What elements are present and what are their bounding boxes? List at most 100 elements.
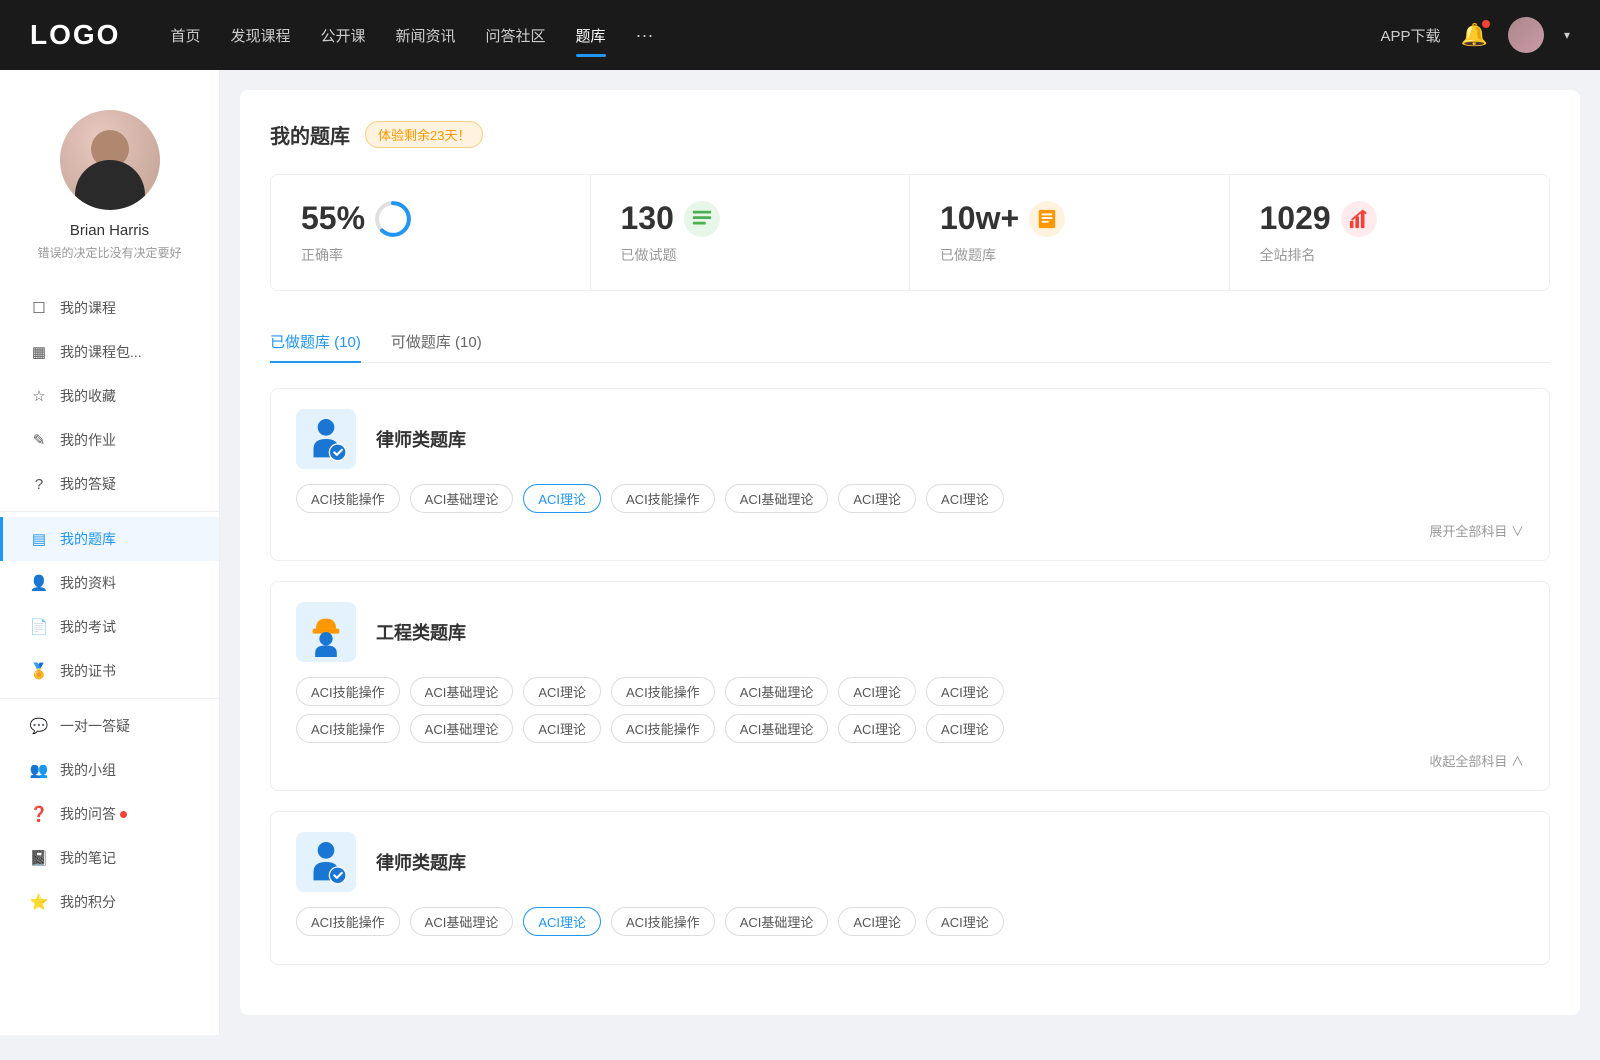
tab-done-banks[interactable]: 已做题库 (10): [270, 321, 361, 362]
tag-lawyer1-6[interactable]: ACI理论: [926, 484, 1004, 513]
tag-eng-r1-1[interactable]: ACI基础理论: [410, 677, 514, 706]
favorites-icon: ☆: [30, 387, 48, 405]
tag-eng-r2-2[interactable]: ACI理论: [523, 714, 601, 743]
tab-available-banks[interactable]: 可做题库 (10): [391, 321, 482, 362]
tag-lawyer1-2[interactable]: ACI理论: [523, 484, 601, 513]
tag-lawyer1-5[interactable]: ACI理论: [838, 484, 916, 513]
tag-lawyer2-2[interactable]: ACI理论: [523, 907, 601, 936]
tag-eng-r2-5[interactable]: ACI理论: [838, 714, 916, 743]
stat-label-banks: 已做题库: [940, 245, 996, 265]
tag-lawyer2-4[interactable]: ACI基础理论: [725, 907, 829, 936]
stat-accuracy: 55% 正确率: [271, 175, 591, 290]
trial-badge: 体验剩余23天！: [365, 121, 483, 148]
tag-eng-r1-5[interactable]: ACI理论: [838, 677, 916, 706]
nav-opencourse[interactable]: 公开课: [320, 20, 365, 51]
homework-icon: ✎: [30, 431, 48, 449]
one-on-one-icon: 💬: [30, 717, 48, 735]
ranking-chart-icon: [1348, 208, 1370, 230]
bank-title-lawyer1: 律师类题库: [376, 426, 466, 452]
menu-divider-2: [0, 698, 219, 699]
sidebar-label-question-bank: 我的题库: [60, 529, 116, 549]
tag-lawyer2-3[interactable]: ACI技能操作: [611, 907, 715, 936]
tag-lawyer2-5[interactable]: ACI理论: [838, 907, 916, 936]
tag-eng-r1-3[interactable]: ACI技能操作: [611, 677, 715, 706]
sidebar-item-my-qa[interactable]: ❓ 我的问答: [0, 792, 219, 836]
nav-more[interactable]: ···: [636, 25, 654, 46]
tag-eng-r1-2[interactable]: ACI理论: [523, 677, 601, 706]
sidebar-profile: Brian Harris 错误的决定比没有决定要好: [0, 90, 219, 276]
sidebar-item-one-on-one[interactable]: 💬 一对一答疑: [0, 704, 219, 748]
sidebar-label-certificates: 我的证书: [60, 661, 116, 681]
nav-home[interactable]: 首页: [170, 20, 200, 51]
nav-qa[interactable]: 问答社区: [486, 20, 546, 51]
tag-lawyer1-0[interactable]: ACI技能操作: [296, 484, 400, 513]
tag-lawyer1-4[interactable]: ACI基础理论: [725, 484, 829, 513]
book-icon: [1036, 208, 1058, 230]
tag-lawyer1-1[interactable]: ACI基础理论: [410, 484, 514, 513]
sidebar-item-certificates[interactable]: 🏅 我的证书: [0, 649, 219, 693]
bank-card-engineer: 工程类题库 ACI技能操作 ACI基础理论 ACI理论 ACI技能操作 ACI基…: [270, 581, 1550, 791]
stat-label-questions: 已做试题: [621, 245, 677, 265]
expand-lawyer1[interactable]: 展开全部科目 ∨: [296, 521, 1524, 540]
sidebar-item-questions[interactable]: ? 我的答疑: [0, 462, 219, 506]
sidebar-item-homework[interactable]: ✎ 我的作业: [0, 418, 219, 462]
donut-svg: [375, 201, 411, 237]
avatar-image: [1508, 17, 1544, 53]
stat-value-banks: 10w+: [940, 200, 1019, 237]
collapse-engineer[interactable]: 收起全部科目 ∧: [296, 751, 1524, 770]
nav-news[interactable]: 新闻资讯: [396, 20, 456, 51]
banks-stat-icon: [1029, 201, 1065, 237]
profile-avatar[interactable]: [60, 110, 160, 210]
notification-dot: [1482, 20, 1490, 28]
bank-card-header-engineer: 工程类题库: [296, 602, 1524, 662]
tag-eng-r2-0[interactable]: ACI技能操作: [296, 714, 400, 743]
page-title: 我的题库: [270, 120, 350, 149]
tag-eng-r2-6[interactable]: ACI理论: [926, 714, 1004, 743]
sidebar-item-groups[interactable]: 👥 我的小组: [0, 748, 219, 792]
tag-eng-r1-6[interactable]: ACI理论: [926, 677, 1004, 706]
stat-label-accuracy: 正确率: [301, 245, 343, 265]
sidebar-item-points[interactable]: ⭐ 我的积分: [0, 880, 219, 924]
logo: LOGO: [30, 19, 120, 51]
tag-lawyer2-6[interactable]: ACI理论: [926, 907, 1004, 936]
tag-eng-r1-4[interactable]: ACI基础理论: [725, 677, 829, 706]
tag-eng-r1-0[interactable]: ACI技能操作: [296, 677, 400, 706]
lawyer1-icon: [296, 409, 356, 469]
tag-lawyer1-3[interactable]: ACI技能操作: [611, 484, 715, 513]
sidebar-item-favorites[interactable]: ☆ 我的收藏: [0, 374, 219, 418]
questions-stat-icon: [684, 201, 720, 237]
tag-eng-r2-3[interactable]: ACI技能操作: [611, 714, 715, 743]
tag-eng-r2-4[interactable]: ACI基础理论: [725, 714, 829, 743]
sidebar-label-course-packages: 我的课程包...: [60, 342, 142, 362]
sidebar-item-exams[interactable]: 📄 我的考试: [0, 605, 219, 649]
tags-row1-engineer: ACI技能操作 ACI基础理论 ACI理论 ACI技能操作 ACI基础理论 AC…: [296, 677, 1524, 706]
sidebar-item-profile[interactable]: 👤 我的资料: [0, 561, 219, 605]
stat-top-questions: 130: [621, 200, 720, 237]
accuracy-donut-chart: [375, 201, 411, 237]
tag-lawyer2-1[interactable]: ACI基础理论: [410, 907, 514, 936]
certificates-icon: 🏅: [30, 662, 48, 680]
list-icon: [691, 208, 713, 230]
notification-bell[interactable]: 🔔: [1461, 22, 1488, 48]
sidebar-item-course-packages[interactable]: ▦ 我的课程包...: [0, 330, 219, 374]
points-icon: ⭐: [30, 893, 48, 911]
sidebar-item-question-bank[interactable]: ▤ 我的题库: [0, 517, 219, 561]
tag-eng-r2-1[interactable]: ACI基础理论: [410, 714, 514, 743]
lawyer2-svg: [301, 837, 351, 887]
avatar-image: [60, 110, 160, 210]
user-menu-chevron[interactable]: ▾: [1564, 28, 1570, 42]
nav-questions[interactable]: 题库: [576, 20, 606, 51]
profile-icon: 👤: [30, 574, 48, 592]
user-avatar[interactable]: [1508, 17, 1544, 53]
tag-lawyer2-0[interactable]: ACI技能操作: [296, 907, 400, 936]
sidebar: Brian Harris 错误的决定比没有决定要好 ☐ 我的课程 ▦ 我的课程包…: [0, 70, 220, 1035]
nav-discover[interactable]: 发现课程: [230, 20, 290, 51]
question-bank-icon: ▤: [30, 530, 48, 548]
app-download-button[interactable]: APP下载: [1381, 25, 1441, 46]
tags-row2-engineer: ACI技能操作 ACI基础理论 ACI理论 ACI技能操作 ACI基础理论 AC…: [296, 714, 1524, 743]
stat-top-ranking: 1029: [1260, 200, 1377, 237]
sidebar-item-notes[interactable]: 📓 我的笔记: [0, 836, 219, 880]
sidebar-item-my-courses[interactable]: ☐ 我的课程: [0, 286, 219, 330]
bank-card-lawyer2: 律师类题库 ACI技能操作 ACI基础理论 ACI理论 ACI技能操作 ACI基…: [270, 811, 1550, 965]
exams-icon: 📄: [30, 618, 48, 636]
